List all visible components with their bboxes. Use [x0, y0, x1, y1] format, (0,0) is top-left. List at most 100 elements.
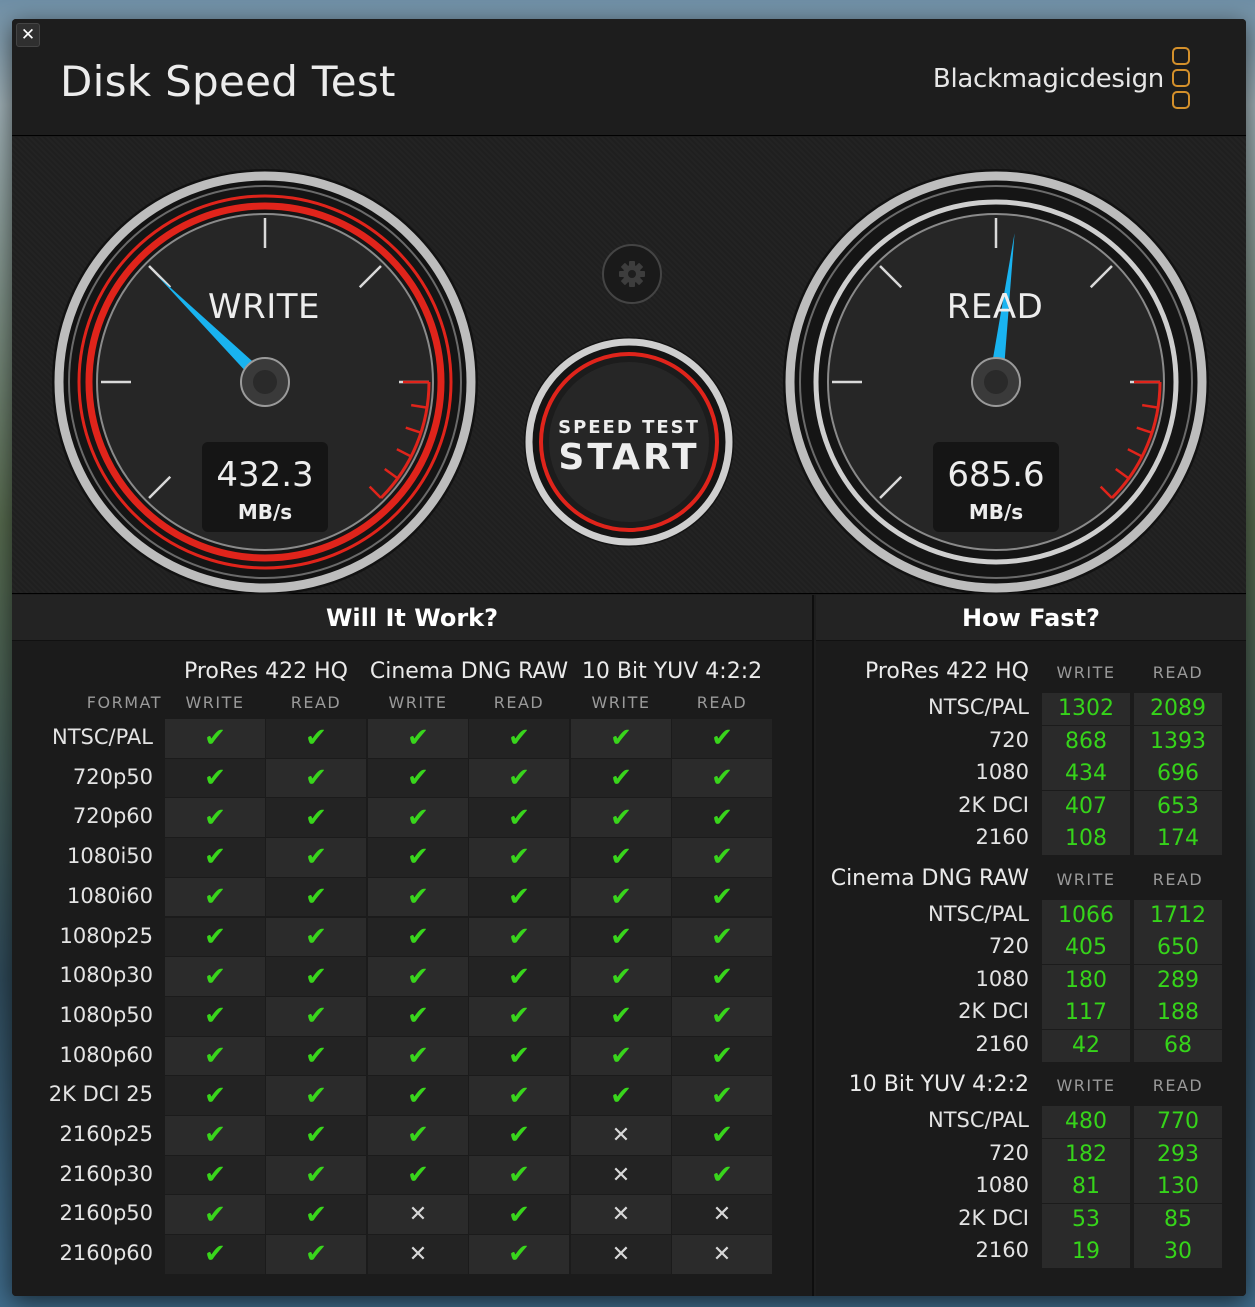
hf-speed-value: 480: [1042, 1106, 1130, 1138]
wiw-column-header: READ: [493, 693, 545, 712]
hf-row-label: 2160: [975, 825, 1029, 849]
hf-speed-value: 68: [1134, 1029, 1222, 1062]
hf-speed-value: 1302: [1042, 693, 1130, 725]
start-button-caption: SPEED TEST: [558, 417, 700, 438]
hf-row-label: NTSC/PAL: [928, 1108, 1029, 1132]
read-speed-unit: MB/s: [968, 500, 1024, 524]
hf-speed-value: 405: [1042, 932, 1130, 964]
check-icon: ✔: [469, 957, 569, 996]
check-icon: ✔: [672, 877, 772, 917]
check-icon: ✔: [672, 1076, 772, 1115]
hf-column-header: READ: [1152, 1076, 1204, 1095]
format-row-label: 1080i60: [67, 883, 153, 908]
check-icon: ✔: [266, 838, 366, 877]
hf-speed-value: 1066: [1042, 899, 1130, 932]
check-icon: ✔: [165, 917, 265, 957]
hf-row-label: 2160: [975, 1238, 1029, 1262]
format-row-label: 1080p30: [59, 963, 154, 988]
check-icon: ✔: [469, 798, 569, 838]
check-icon: ✔: [368, 1076, 468, 1115]
check-icon: ✔: [266, 996, 366, 1036]
format-row-label: 1080i50: [67, 844, 153, 869]
check-icon: ✔: [672, 1155, 772, 1195]
hf-row-label: 2K DCI: [958, 792, 1029, 817]
format-row-label: 2160p25: [59, 1122, 154, 1146]
title-bar: ✕ Disk Speed Test Blackmagicdesign: [12, 19, 1246, 136]
hf-speed-value: 2089: [1134, 693, 1222, 725]
hf-speed-value: 19: [1042, 1236, 1130, 1268]
settings-button[interactable]: [602, 244, 662, 304]
how-fast-title: How Fast?: [816, 595, 1246, 641]
hf-speed-value: 434: [1042, 758, 1130, 790]
hf-group-header: ProRes 422 HQ: [864, 659, 1029, 684]
check-icon: ✔: [469, 1235, 569, 1274]
wiw-column-header: WRITE: [388, 693, 448, 712]
close-button[interactable]: ✕: [16, 23, 40, 47]
hf-speed-value: 650: [1134, 932, 1222, 964]
hf-speed-value: 188: [1134, 997, 1222, 1029]
check-icon: ✔: [368, 1116, 468, 1155]
gear-icon: [619, 261, 645, 287]
hf-column-header: READ: [1152, 869, 1204, 889]
write-gauge: [52, 169, 478, 594]
check-icon: ✔: [469, 758, 569, 798]
check-icon: ✔: [571, 877, 671, 917]
blackmagic-logo-icon: [1172, 47, 1196, 115]
hf-row-label: 2160: [975, 1031, 1029, 1056]
gauge-area: WRITE 432.3 MB/s READ 685.6 MB/s SPEED T…: [12, 137, 1246, 594]
start-button-label: START: [558, 437, 700, 478]
check-icon: ✔: [672, 719, 772, 758]
check-icon: ✔: [165, 957, 265, 996]
write-speed-unit: MB/s: [237, 500, 293, 524]
format-row-label: 2160p30: [59, 1161, 154, 1186]
cross-icon: ✕: [571, 1155, 671, 1195]
check-icon: ✔: [266, 798, 366, 838]
check-icon: ✔: [165, 719, 265, 758]
check-icon: ✔: [266, 917, 366, 957]
hf-speed-value: 182: [1042, 1138, 1130, 1171]
hf-row-label: NTSC/PAL: [928, 901, 1029, 926]
check-icon: ✔: [266, 1155, 366, 1195]
check-icon: ✔: [368, 1036, 468, 1076]
hf-row-label: 2K DCI: [958, 999, 1029, 1023]
read-needle-hub-center: [984, 370, 1008, 394]
check-icon: ✔: [165, 758, 265, 798]
check-icon: ✔: [672, 758, 772, 798]
check-icon: ✔: [368, 877, 468, 917]
check-icon: ✔: [368, 996, 468, 1036]
check-icon: ✔: [469, 1195, 569, 1235]
hf-speed-value: 653: [1134, 790, 1222, 823]
read-speed-value: 685.6: [947, 455, 1045, 495]
check-icon: ✔: [672, 996, 772, 1036]
check-icon: ✔: [266, 957, 366, 996]
check-icon: ✔: [571, 917, 671, 957]
check-icon: ✔: [469, 996, 569, 1036]
check-icon: ✔: [266, 877, 366, 917]
cross-icon: ✕: [571, 1195, 671, 1235]
hf-group-header: 10 Bit YUV 4:2:2: [848, 1072, 1029, 1097]
cross-icon: ✕: [571, 1235, 671, 1274]
cross-icon: ✕: [368, 1195, 468, 1235]
wiw-group-header: 10 Bit YUV 4:2:2: [581, 659, 763, 684]
hf-speed-value: 289: [1134, 964, 1222, 997]
check-icon: ✔: [571, 957, 671, 996]
hf-speed-value: 174: [1134, 823, 1222, 855]
check-icon: ✔: [165, 1076, 265, 1115]
check-icon: ✔: [266, 719, 366, 758]
hf-row-label: NTSC/PAL: [928, 695, 1029, 719]
read-gauge-label: READ: [946, 287, 1044, 327]
check-icon: ✔: [571, 1036, 671, 1076]
check-icon: ✔: [469, 1116, 569, 1155]
check-icon: ✔: [266, 1235, 366, 1274]
cross-icon: ✕: [672, 1195, 772, 1235]
format-row-label: NTSC/PAL: [52, 725, 153, 749]
check-icon: ✔: [165, 877, 265, 917]
hf-speed-value: 108: [1042, 823, 1130, 855]
wiw-column-header: READ: [290, 693, 342, 712]
check-icon: ✔: [368, 917, 468, 957]
check-icon: ✔: [165, 1036, 265, 1076]
wiw-group-header: Cinema DNG RAW: [369, 659, 569, 684]
check-icon: ✔: [469, 877, 569, 917]
check-icon: ✔: [672, 917, 772, 957]
check-icon: ✔: [368, 758, 468, 798]
